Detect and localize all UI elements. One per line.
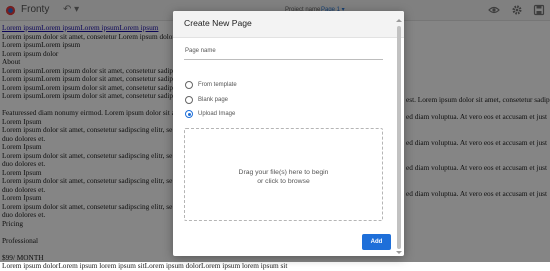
dropzone-text: Drag your file(s) here to begin: [238, 169, 329, 176]
create-page-dialog: Create New Page Page name From template …: [173, 11, 404, 256]
scroll-up-icon[interactable]: [396, 19, 402, 22]
dialog-title: Create New Page: [184, 18, 252, 28]
radio-upload-image[interactable]: [185, 110, 193, 118]
radio-blank-page[interactable]: [185, 96, 193, 104]
text-line: Lorem ipsum dolorLorem ipsum lorem ipsum…: [2, 261, 288, 270]
radio-label-blank-page[interactable]: Blank page: [198, 97, 228, 103]
radio-from-template[interactable]: [185, 81, 193, 89]
scroll-thumb[interactable]: [397, 26, 401, 249]
page-name-input[interactable]: [184, 59, 383, 60]
dialog-header: Create New Page: [173, 11, 404, 38]
file-dropzone[interactable]: Drag your file(s) here to begin or click…: [184, 128, 383, 221]
radio-label-from-template[interactable]: From template: [198, 82, 237, 88]
page-name-label: Page name: [185, 48, 216, 54]
radio-label-upload-image[interactable]: Upload Image: [198, 111, 235, 117]
add-button[interactable]: Add: [362, 234, 391, 250]
scroll-down-icon[interactable]: [396, 251, 402, 254]
dialog-scrollbar[interactable]: [396, 19, 402, 254]
dropzone-subtext: or click to browse: [257, 178, 310, 185]
